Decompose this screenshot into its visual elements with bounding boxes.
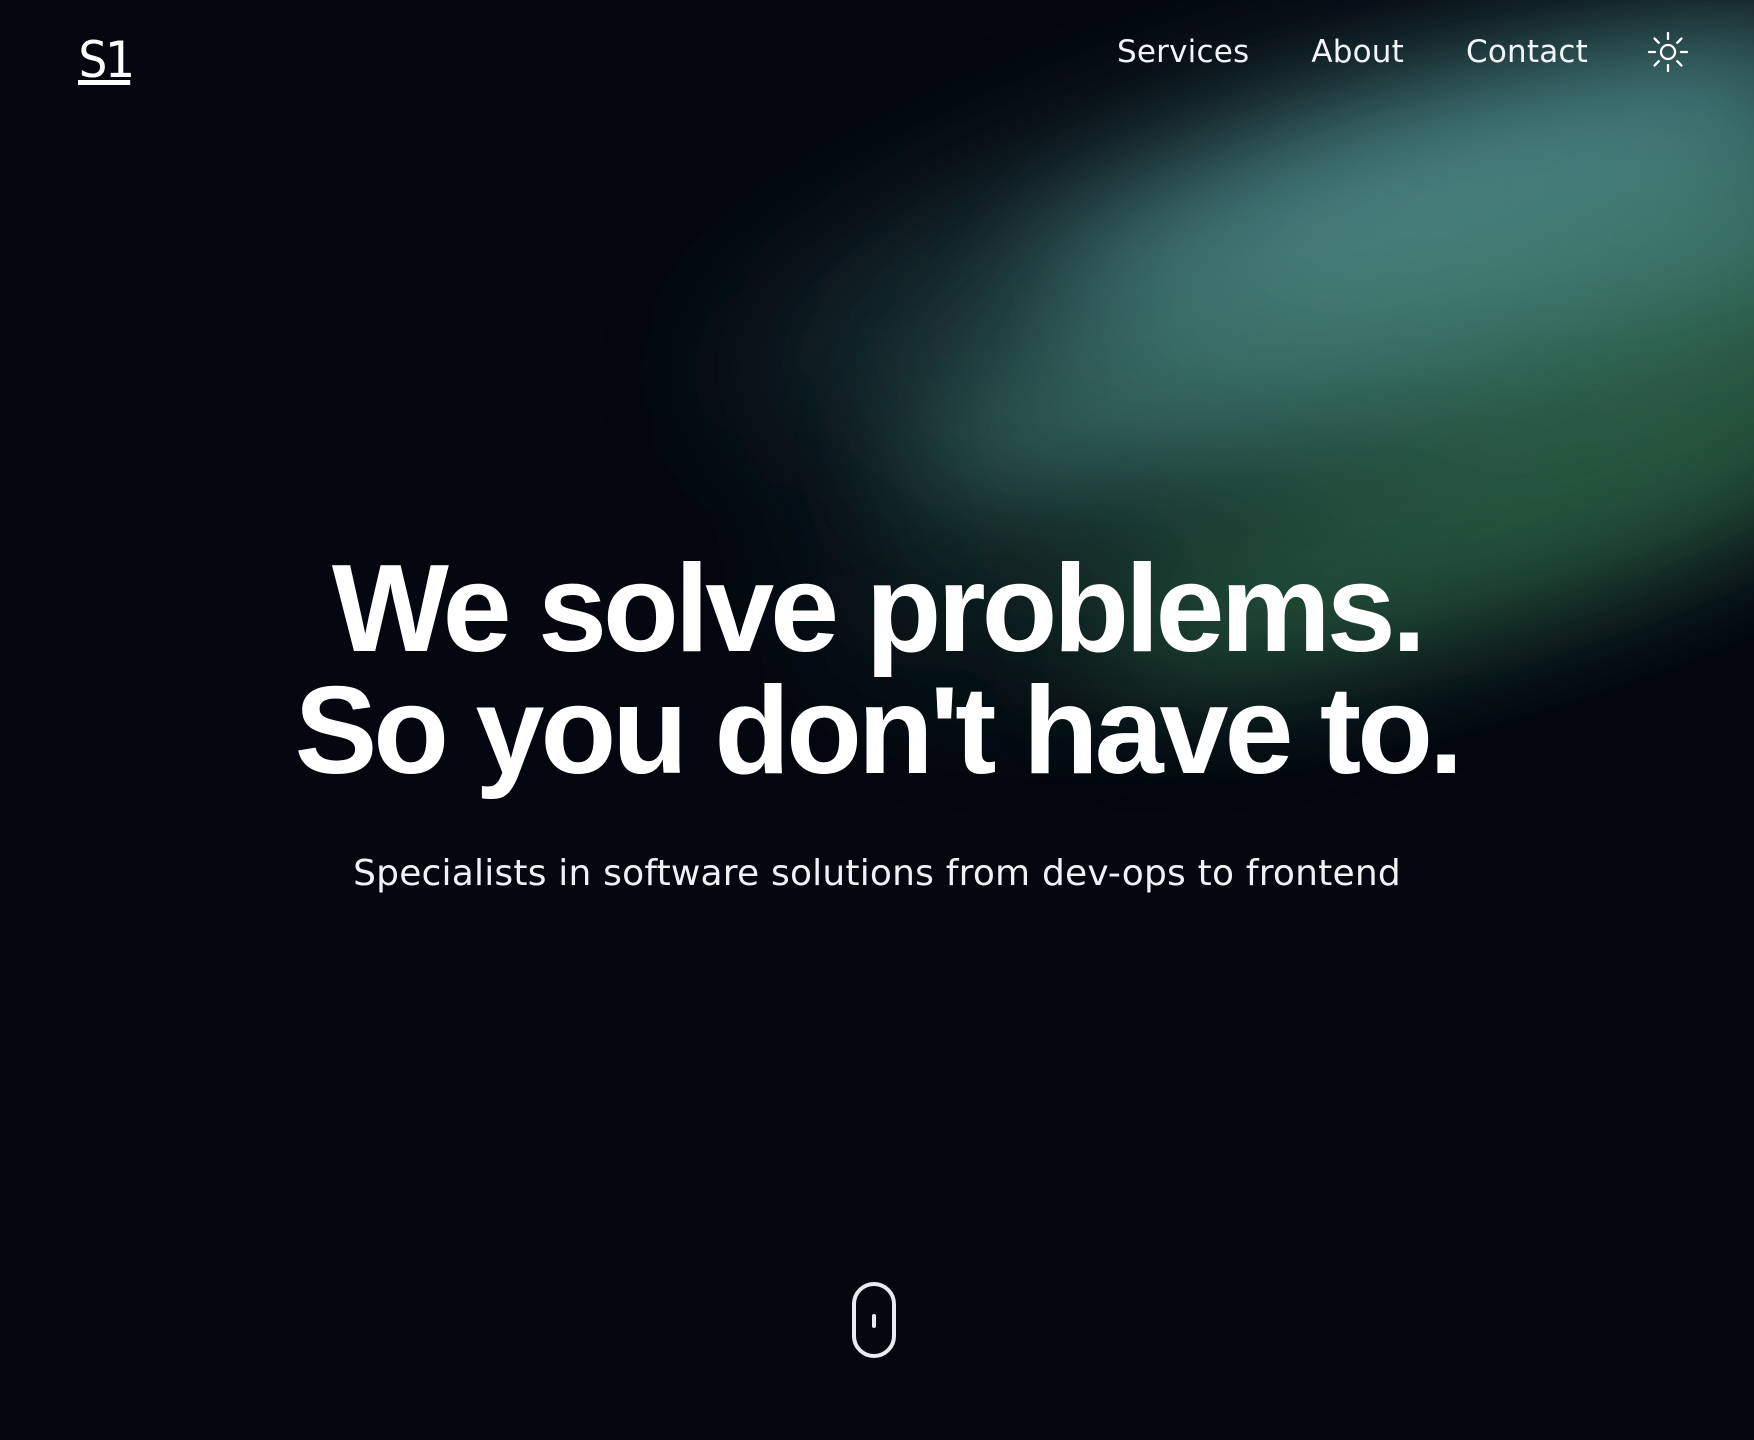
sun-icon <box>1647 31 1689 73</box>
nav-contact-link[interactable]: Contact <box>1466 28 1588 76</box>
hero-subheadline: Specialists in software solutions from d… <box>353 853 1401 894</box>
hero-headline-line-1: We solve problems. <box>331 540 1426 678</box>
main-navigation: Services About Contact <box>1117 28 1692 76</box>
hero-section: We solve problems. So you don't have to.… <box>0 540 1754 898</box>
site-logo[interactable]: S1 <box>72 34 134 86</box>
site-header: S1 Services About Contact <box>0 0 1754 110</box>
hero-headline: We solve problems. So you don't have to. <box>0 540 1754 800</box>
hero-headline-line-2: So you don't have to. <box>294 662 1464 800</box>
mouse-scroll-wheel <box>872 1314 876 1328</box>
logo-text: S1 <box>78 31 134 89</box>
nav-services-link[interactable]: Services <box>1117 28 1249 76</box>
mouse-scroll-icon[interactable] <box>852 1282 896 1358</box>
theme-toggle-button[interactable] <box>1644 28 1692 76</box>
nav-about-link[interactable]: About <box>1311 28 1404 76</box>
landing-page: S1 Services About Contact We solve probl… <box>0 0 1754 1440</box>
